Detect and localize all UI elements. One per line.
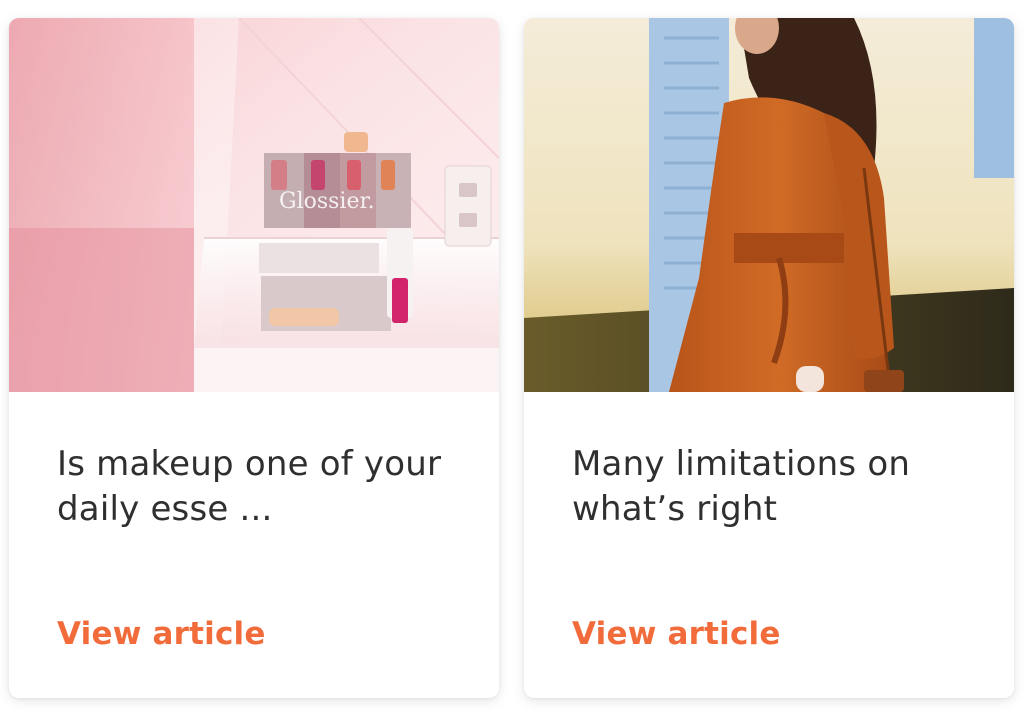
- article-body: Many limitations on what’s right View ar…: [572, 392, 974, 698]
- view-article-link[interactable]: View article: [572, 614, 781, 654]
- article-grid: Glossier. Is makeup one of your daily es…: [0, 0, 1030, 716]
- article-card[interactable]: Glossier. Is makeup one of your daily es…: [9, 18, 499, 698]
- article-thumbnail[interactable]: Glossier.: [9, 18, 499, 392]
- article-card[interactable]: Many limitations on what’s right View ar…: [524, 18, 1014, 698]
- article-title: Is makeup one of your daily esse ...: [57, 444, 442, 529]
- article-title: Many limitations on what’s right: [572, 444, 911, 529]
- svg-text:Glossier.: Glossier.: [279, 189, 375, 214]
- article-body: Is makeup one of your daily esse ... Vie…: [57, 392, 459, 698]
- article-thumbnail[interactable]: [524, 18, 1014, 392]
- woman-orange-dress-image: [524, 18, 1014, 392]
- makeup-display-image: Glossier.: [9, 18, 499, 392]
- view-article-link[interactable]: View article: [57, 614, 266, 654]
